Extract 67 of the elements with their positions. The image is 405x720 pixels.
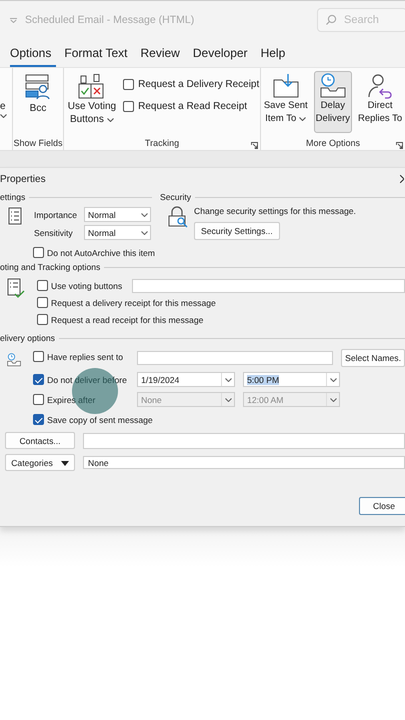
section-header: Security [160, 192, 192, 202]
triangle-down-icon [60, 460, 69, 466]
voting-checkbox[interactable]: Request a read receipt for this message [37, 312, 204, 327]
lock-key-icon [168, 206, 188, 228]
dialog-launcher-icon[interactable] [251, 142, 258, 149]
section-header: ettings [0, 192, 26, 202]
dialog-launcher-icon[interactable] [396, 142, 403, 149]
select-names-button[interactable]: Select Names. [341, 349, 405, 367]
chevron-down-icon [106, 118, 114, 122]
chevron-down-icon [224, 378, 232, 382]
time-dropdown[interactable]: 5:00 PM [243, 372, 340, 387]
window-title: Scheduled Email - Message (HTML) [25, 14, 196, 26]
importance-dropdown[interactable]: Normal [84, 207, 151, 222]
voting-buttons-field[interactable] [132, 278, 405, 292]
ribbon-tab[interactable]: Format Text [64, 43, 132, 67]
use-voting-buttons-button[interactable]: Use Voting Buttons [64, 71, 120, 129]
clock-tray-icon [320, 73, 346, 99]
chevron-down-icon [330, 378, 337, 382]
sensitivity-dropdown[interactable]: Normal [84, 225, 151, 240]
categories-field[interactable]: None [83, 456, 405, 469]
ribbon-tab[interactable]: Help [260, 43, 290, 67]
chevron-down-icon [224, 398, 232, 402]
replies-field[interactable] [137, 351, 334, 365]
contacts-button[interactable]: Contacts... [5, 432, 75, 449]
search-icon [325, 14, 337, 26]
direct-replies-button[interactable]: Direct Replies To [356, 71, 404, 133]
group-label: More Options [306, 138, 360, 148]
caret-icon[interactable] [10, 18, 17, 22]
search-field[interactable]: Search [317, 8, 405, 32]
voting-icon [78, 74, 106, 100]
list-check-icon [7, 278, 25, 298]
contacts-field[interactable] [83, 432, 405, 448]
importance-label: Importance [34, 210, 77, 220]
chevron-down-icon [330, 398, 337, 402]
security-description: Change security settings for this message. [194, 206, 356, 216]
chevron-down-icon [0, 114, 7, 118]
save-sent-item-button[interactable]: Save Sent Item To [262, 71, 310, 133]
close-icon[interactable] [400, 175, 404, 183]
ribbon-checkbox[interactable]: Request a Read Receipt [123, 101, 260, 112]
chevron-down-icon [140, 230, 148, 234]
date-dropdown[interactable]: 1/19/2024 [137, 372, 236, 387]
ribbon-checkbox[interactable]: Request a Delivery Receipt [123, 79, 260, 90]
close-button[interactable]: Close [359, 497, 405, 515]
ribbon-tab[interactable]: Developer [192, 43, 253, 67]
replies-checkbox[interactable]: Have replies sent to [33, 349, 130, 364]
folder-arrow-icon [272, 73, 299, 99]
bcc-icon [25, 74, 51, 102]
bcc-button[interactable]: Bcc [22, 71, 54, 118]
voting-checkbox[interactable]: Use voting buttons [37, 278, 122, 293]
list-icon [8, 207, 22, 225]
categories-button[interactable]: Categories [5, 454, 75, 471]
delay-delivery-button[interactable]: Delay Delivery [314, 71, 352, 133]
group-label: Show Fields [13, 138, 63, 148]
sensitivity-label: Sensitivity [34, 228, 74, 238]
person-arrow-icon [367, 73, 394, 99]
section-header: oting and Tracking options [0, 262, 100, 272]
chevron-down-icon [140, 212, 148, 216]
voting-checkbox[interactable]: Request a delivery receipt for this message [37, 295, 216, 310]
ribbon-button-label[interactable]: e [0, 101, 6, 112]
ribbon-tab[interactable]: Review [140, 43, 185, 67]
autoarchive-checkbox[interactable]: Do not AutoArchive this item [33, 245, 155, 260]
save-copy-checkbox[interactable]: Save copy of sent message [33, 412, 153, 427]
group-label: Tracking [144, 138, 180, 148]
security-settings-button[interactable]: Security Settings... [194, 222, 280, 240]
section-header: elivery options [0, 333, 55, 343]
chevron-down-icon [299, 116, 306, 120]
dialog-title: Properties [0, 174, 46, 184]
